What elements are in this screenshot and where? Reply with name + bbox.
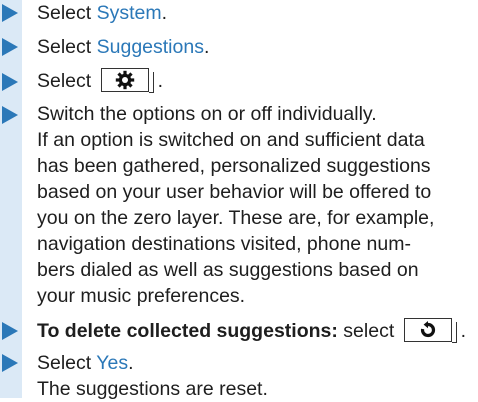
paragraph-line: bers dialed as well as suggestions based… <box>37 259 419 281</box>
paragraph-line: Switch the options on or off individuall… <box>37 103 377 125</box>
step-delete-suggestions: To delete collected suggestions: select … <box>0 317 466 344</box>
step-select-suggestions: Select Suggestions. <box>0 34 209 60</box>
step-select-settings: Select . <box>0 67 163 94</box>
settings-button[interactable] <box>100 67 154 93</box>
step-arrow-icon <box>2 354 18 372</box>
paragraph-line: based on your user behavior will be offe… <box>37 181 432 203</box>
paragraph-line: has been gathered, personalized suggesti… <box>37 155 431 177</box>
gear-icon <box>115 70 134 90</box>
suggestions-link[interactable]: Suggestions <box>97 36 204 58</box>
reset-icon <box>420 320 435 337</box>
yes-link[interactable]: Yes <box>96 352 128 374</box>
paragraph-line: If an option is switched on and sufficie… <box>37 129 425 151</box>
step-confirm-yes: Select Yes. The suggestions are reset. <box>0 350 268 402</box>
paragraph-line: your music preferences. <box>37 285 246 307</box>
paragraph-line: navigation destinations visited, phone n… <box>37 233 411 255</box>
paragraph-line: you on the zero layer. These are, for ex… <box>37 207 435 229</box>
result-text: The suggestions are reset. <box>37 378 268 400</box>
reset-button[interactable] <box>403 317 457 343</box>
step-switch-options: Switch the options on or off individuall… <box>0 101 434 309</box>
step-select-system: Select System. <box>0 0 167 26</box>
step-text: Select <box>37 70 97 92</box>
system-link[interactable]: System <box>97 2 162 24</box>
step-arrow-icon <box>2 322 18 340</box>
step-heading: To delete collected suggestions: <box>37 320 338 342</box>
step-text: Select <box>37 2 97 24</box>
step-text: Select <box>37 352 97 374</box>
step-arrow-icon <box>2 106 18 124</box>
step-arrow-icon <box>2 38 18 56</box>
step-text: select <box>337 320 400 342</box>
step-arrow-icon <box>2 4 18 22</box>
step-text: Select <box>37 36 97 58</box>
step-arrow-icon <box>2 73 18 91</box>
